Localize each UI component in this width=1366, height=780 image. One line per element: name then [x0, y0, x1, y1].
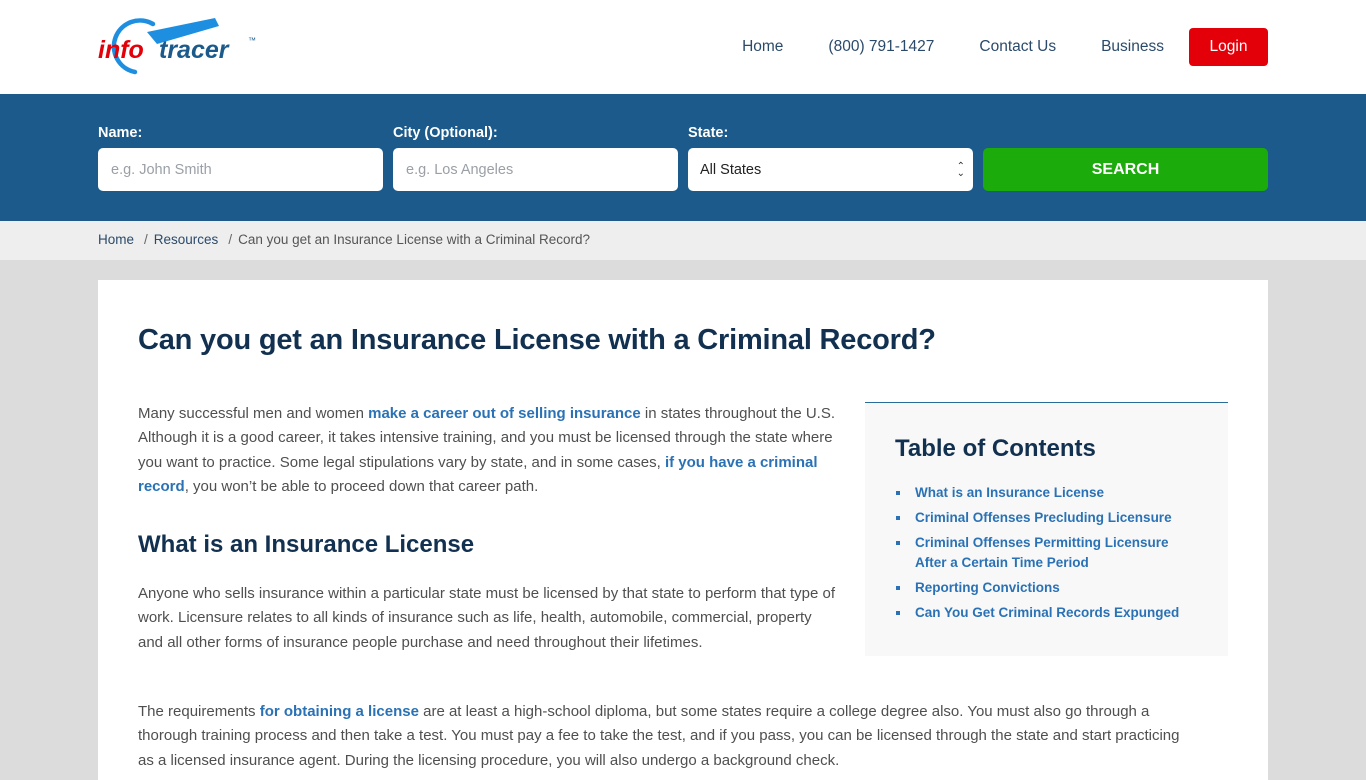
name-label: Name: [98, 125, 143, 141]
toc-title: Table of Contents [895, 435, 1096, 462]
infotracer-logo[interactable]: info tracer ™ [97, 14, 262, 80]
intro-text-3: , you won’t be able to proceed down that… [184, 477, 539, 495]
square-bullet-icon [896, 491, 900, 495]
requirements-paragraph: The requirements for obtaining a license… [138, 700, 1198, 773]
breadcrumb-home[interactable]: Home [98, 232, 134, 247]
logo-tracer-text: tracer [159, 36, 230, 64]
logo-magnifier-icon: info tracer ™ [98, 18, 256, 75]
nav-contact-us[interactable]: Contact Us [979, 38, 1056, 56]
nav-home[interactable]: Home [742, 38, 783, 56]
name-field-group: Name: [98, 94, 383, 191]
site-header: info tracer ™ Home (800) 791-1427 Contac… [0, 0, 1366, 94]
logo-trademark: ™ [248, 36, 256, 45]
breadcrumb-bar: Home / Resources / Can you get an Insura… [0, 221, 1366, 260]
toc-link-what-is-insurance-license[interactable]: What is an Insurance License [915, 485, 1104, 500]
people-search-form: Name: City (Optional): State: All States… [98, 94, 1268, 191]
page-title: Can you get an Insurance License with a … [138, 324, 936, 356]
requirements-text-1: The requirements [138, 703, 260, 720]
toc-item: Criminal Offenses Permitting Licensure A… [895, 533, 1198, 573]
article-card: Can you get an Insurance License with a … [98, 280, 1268, 780]
square-bullet-icon [896, 516, 900, 520]
toc-item: Can You Get Criminal Records Expunged [895, 603, 1198, 623]
toc-link-reporting-convictions[interactable]: Reporting Convictions [915, 580, 1060, 595]
login-button[interactable]: Login [1189, 28, 1268, 66]
section-heading-insurance-license: What is an Insurance License [138, 531, 475, 559]
toc-link-offenses-precluding[interactable]: Criminal Offenses Precluding Licensure [915, 510, 1172, 525]
state-select[interactable]: All States ⌃ ⌄ [688, 148, 973, 191]
city-field-group: City (Optional): [393, 94, 678, 191]
nav-business[interactable]: Business [1101, 38, 1164, 56]
main-nav: Home (800) 791-1427 Contact Us Business … [742, 28, 1268, 66]
search-button[interactable]: SEARCH [983, 148, 1268, 191]
toc-link-offenses-permitting[interactable]: Criminal Offenses Permitting Licensure A… [915, 535, 1169, 570]
square-bullet-icon [896, 611, 900, 615]
square-bullet-icon [896, 541, 900, 545]
breadcrumb-current: Can you get an Insurance License with a … [238, 232, 591, 247]
city-label: City (Optional): [393, 125, 498, 141]
intro-paragraph: Many successful men and women make a car… [138, 402, 838, 499]
state-field-group: State: All States ⌃ ⌄ [688, 94, 973, 191]
search-band: Name: City (Optional): State: All States… [0, 94, 1366, 221]
toc-item: What is an Insurance License [895, 483, 1198, 503]
logo-info-text: info [98, 36, 144, 64]
breadcrumb-separator: / [228, 232, 233, 247]
career-selling-insurance-link[interactable]: make a career out of selling insurance [368, 405, 641, 422]
select-updown-icon: ⌃ ⌄ [956, 160, 965, 179]
toc-list: What is an Insurance License Criminal Of… [895, 483, 1198, 623]
city-input[interactable] [393, 148, 678, 191]
state-selected-value: All States [700, 161, 762, 178]
square-bullet-icon [896, 586, 900, 590]
article-body: Many successful men and women make a car… [138, 402, 838, 655]
toc-item: Reporting Convictions [895, 578, 1198, 598]
intro-text-1: Many successful men and women [138, 405, 369, 422]
state-label: State: [688, 125, 729, 141]
breadcrumb: Home / Resources / Can you get an Insura… [98, 232, 590, 247]
name-input[interactable] [98, 148, 383, 191]
toc-item: Criminal Offenses Precluding Licensure [895, 508, 1198, 528]
table-of-contents: Table of Contents What is an Insurance L… [865, 402, 1228, 656]
breadcrumb-separator: / [144, 232, 148, 247]
section-paragraph: Anyone who sells insurance within a part… [138, 585, 836, 651]
obtaining-license-link[interactable]: for obtaining a license [260, 703, 419, 720]
breadcrumb-resources[interactable]: Resources [154, 232, 219, 247]
nav-phone[interactable]: (800) 791-1427 [828, 38, 934, 56]
toc-link-expunged[interactable]: Can You Get Criminal Records Expunged [915, 605, 1179, 620]
